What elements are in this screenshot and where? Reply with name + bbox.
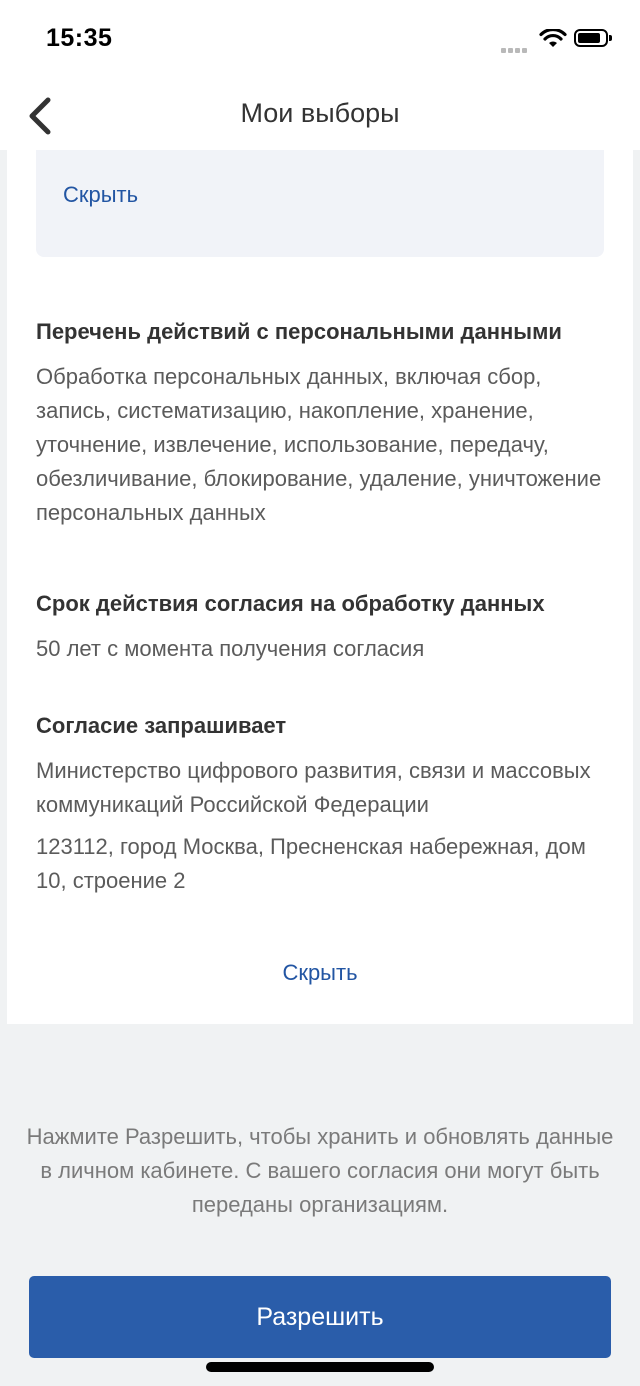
validity-text: 50 лет с момента получения согласия <box>36 636 425 661</box>
requester-address: 123112, город Москва, Пресненская набере… <box>36 834 586 893</box>
status-bar: 15:35 <box>0 0 640 80</box>
nav-bar: Мои выборы <box>0 80 640 150</box>
status-time: 15:35 <box>46 24 113 52</box>
allow-button[interactable]: Разрешить <box>29 1276 611 1358</box>
requester-section: Согласие запрашивает Министерство цифров… <box>36 712 616 898</box>
validity-heading: Срок действия согласия на обработку данн… <box>36 591 545 616</box>
consent-details-card: Скрыть Перечень действий с персональными… <box>7 150 633 1024</box>
consent-info-text: Нажмите Разрешить, чтобы хранить и обнов… <box>26 1124 614 1217</box>
hide-link-bottom-wrap: Скрыть <box>7 960 633 986</box>
validity-section: Срок действия согласия на обработку данн… <box>36 590 616 666</box>
actions-section: Перечень действий с персональными данным… <box>36 318 616 530</box>
requester-name: Министерство цифрового развития, связи и… <box>36 758 591 817</box>
home-indicator <box>206 1362 434 1372</box>
requester-heading: Согласие запрашивает <box>36 713 287 738</box>
collapsed-details-box: Скрыть <box>36 150 604 257</box>
wifi-icon <box>539 29 567 47</box>
cellular-signal-icon <box>501 40 531 53</box>
actions-heading: Перечень действий с персональными данным… <box>36 319 562 344</box>
hide-link-top[interactable]: Скрыть <box>63 182 138 208</box>
page-title: Мои выборы <box>240 98 400 128</box>
battery-icon <box>574 29 612 47</box>
hide-link-bottom[interactable]: Скрыть <box>282 960 357 985</box>
actions-text: Обработка персональных данных, включая с… <box>36 364 602 525</box>
